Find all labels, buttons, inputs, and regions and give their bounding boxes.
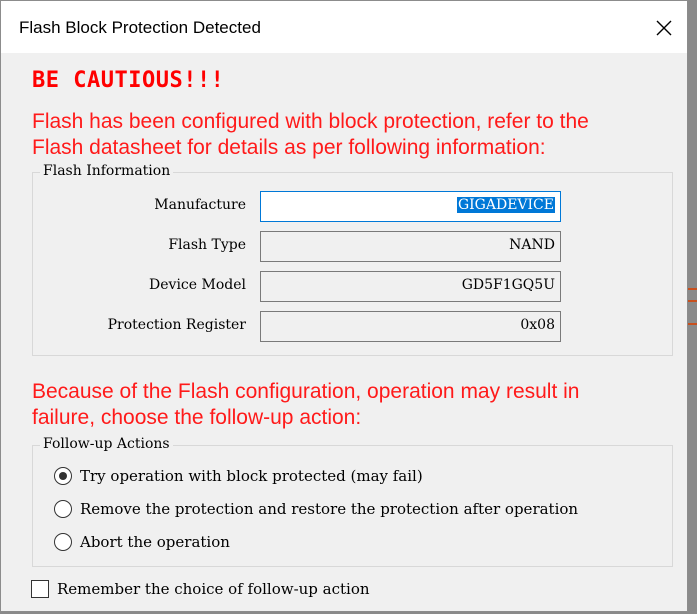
manufacture-value: GIGADEVICE [456, 197, 555, 213]
warning-line: Flash datasheet for details as per follo… [32, 136, 546, 159]
failure-warning-message: Because of the Flash configuration, oper… [32, 379, 677, 431]
background-window-fragment [688, 300, 697, 302]
remember-choice-label: Remember the choice of follow-up action [57, 580, 370, 598]
device-model-value: GD5F1GQ5U [461, 277, 555, 293]
manufacture-label: Manufacture [154, 197, 246, 213]
warning-line: Flash has been configured with block pro… [32, 110, 589, 133]
window-title: Flash Block Protection Detected [19, 18, 261, 37]
protection-register-field[interactable]: 0x08 [260, 311, 561, 342]
protection-register-value: 0x08 [520, 317, 555, 333]
flash-protection-dialog: Flash Block Protection Detected BE CAUTI… [0, 0, 688, 612]
close-icon [656, 20, 672, 36]
option-label: Try operation with block protected (may … [80, 467, 423, 485]
radio-button[interactable] [54, 500, 72, 518]
background-window-fragment [688, 323, 697, 325]
remember-choice-checkbox[interactable] [31, 580, 49, 598]
radio-button[interactable] [54, 533, 72, 551]
radio-remove-and-restore[interactable]: Remove the protection and restore the pr… [54, 498, 578, 520]
warning-message: Flash has been configured with block pro… [32, 109, 677, 161]
warning-line: Because of the Flash configuration, oper… [32, 380, 580, 403]
close-button[interactable] [641, 9, 687, 47]
background-window-fragment [688, 288, 697, 290]
title-bar: Flash Block Protection Detected [1, 1, 687, 53]
radio-selected-dot [59, 472, 67, 480]
radio-try-with-protection[interactable]: Try operation with block protected (may … [54, 465, 423, 487]
option-label: Abort the operation [80, 533, 230, 551]
warning-line: failure, choose the follow-up action: [32, 406, 362, 429]
manufacture-field[interactable]: GIGADEVICE [260, 191, 561, 222]
radio-button[interactable] [54, 467, 72, 485]
flash-type-field[interactable]: NAND [260, 231, 561, 262]
device-model-label: Device Model [149, 277, 246, 293]
remember-choice-checkbox-row[interactable]: Remember the choice of follow-up action [31, 580, 370, 598]
flash-type-value: NAND [509, 237, 555, 253]
radio-abort[interactable]: Abort the operation [54, 531, 230, 553]
follow-up-actions-legend: Follow-up Actions [40, 436, 173, 452]
flash-information-legend: Flash Information [40, 163, 174, 179]
device-model-field[interactable]: GD5F1GQ5U [260, 271, 561, 302]
flash-type-label: Flash Type [168, 237, 246, 253]
option-label: Remove the protection and restore the pr… [80, 500, 579, 518]
caution-heading: BE CAUTIOUS!!! [32, 68, 225, 93]
protection-register-label: Protection Register [107, 317, 246, 333]
